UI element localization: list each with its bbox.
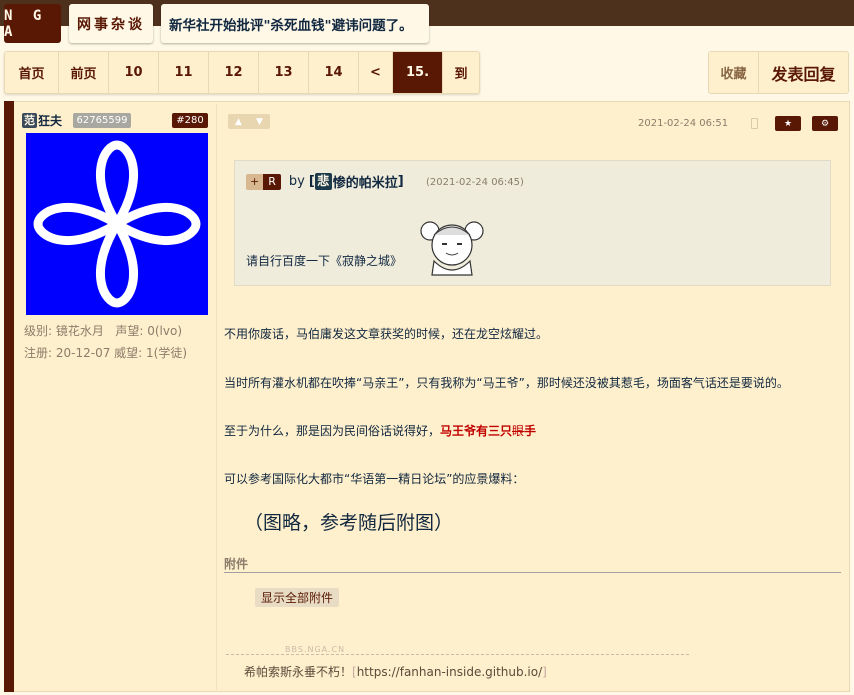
prestige-value: 1(学徒) bbox=[146, 346, 188, 360]
breadcrumb-forum[interactable]: 网事杂谈 bbox=[69, 4, 153, 43]
p3-text: 至于为什么，那是因为民间俗话说得好， bbox=[224, 424, 441, 438]
page-14[interactable]: 14 bbox=[309, 52, 359, 93]
page-first-button[interactable]: 首页 bbox=[5, 52, 59, 93]
signature-divider bbox=[226, 654, 689, 655]
page-10[interactable]: 10 bbox=[109, 52, 159, 93]
nga-logo[interactable]: N G A bbox=[4, 4, 61, 43]
user-stats: 级别: 镜花水月 声望: 0(lvo) 注册: 20-12-07 威望: 1(学… bbox=[24, 320, 214, 364]
post-paragraph-4: 可以参考国际化大都市“华语第一精日论坛”的应景爆料： bbox=[224, 472, 525, 486]
quote-user-open: [ bbox=[308, 174, 315, 189]
anime-sticker-image bbox=[416, 213, 488, 279]
quote-badge[interactable]: + R bbox=[246, 173, 281, 190]
post-paragraph-3: 至于为什么，那是因为民间俗话说得好，马王爷有三只眼手 bbox=[224, 422, 536, 439]
quote-badge-r: R bbox=[263, 173, 281, 190]
show-all-attachments-button[interactable]: 显示全部附件 bbox=[255, 588, 340, 607]
post-left-stripe bbox=[4, 101, 14, 692]
quote-user-mark: 悲 bbox=[314, 173, 332, 190]
clover-avatar-image bbox=[33, 140, 201, 308]
page-12[interactable]: 12 bbox=[209, 52, 259, 93]
level-value: 镜花水月 bbox=[55, 324, 104, 338]
fame-label: 声望: bbox=[115, 324, 144, 338]
prestige-label: 威望: bbox=[114, 346, 143, 360]
quote-user-close: ] bbox=[397, 174, 404, 189]
signature-text: 希帕索斯永垂不朽！ bbox=[244, 665, 353, 679]
phone-icon bbox=[751, 118, 758, 129]
page-current[interactable]: 15. bbox=[393, 52, 443, 93]
thread-actions: 收藏 发表回复 bbox=[708, 51, 849, 94]
p3-strike: 眼 bbox=[512, 424, 525, 438]
favorite-button[interactable]: 收藏 bbox=[709, 52, 759, 93]
rating-buttons: ▲ ▼ bbox=[228, 114, 270, 129]
quote-by: by bbox=[288, 174, 305, 189]
thumb-up-icon[interactable]: ▲ bbox=[235, 117, 242, 127]
post-big-text: （图略，参考随后附图） bbox=[244, 512, 454, 534]
post-paragraph-1: 不用你废话，马伯庸发这文章获奖的时候，还在龙空炫耀过。 bbox=[224, 327, 549, 341]
thumb-down-icon[interactable]: ▼ bbox=[256, 117, 263, 127]
attachments-heading: 附件 bbox=[224, 555, 841, 573]
reg-label: 注册: bbox=[24, 346, 53, 360]
username[interactable]: 范 狂夫 bbox=[22, 112, 62, 129]
gear-icon[interactable]: ⚙ bbox=[812, 116, 838, 131]
quote-text: 请自行百度一下《寂静之城》 bbox=[246, 254, 403, 268]
username-text[interactable]: 狂夫 bbox=[38, 112, 62, 129]
signature-bracket-close: ] bbox=[542, 665, 547, 679]
avatar bbox=[26, 133, 208, 315]
signature: 希帕索斯永垂不朽！[https://fanhan-inside.github.i… bbox=[244, 663, 547, 680]
watermark: BBS.NGA.CN bbox=[285, 645, 346, 654]
page-prev-button[interactable]: 前页 bbox=[59, 52, 109, 93]
page-11[interactable]: 11 bbox=[159, 52, 209, 93]
star-icon[interactable]: ★ bbox=[775, 116, 801, 131]
user-id-badge[interactable]: 62765599 bbox=[73, 113, 131, 128]
level-label: 级别: bbox=[24, 324, 53, 338]
post-date: 2021-02-24 06:51 bbox=[638, 118, 729, 129]
fame-value: 0(lvo) bbox=[147, 324, 182, 338]
quote-badge-plus: + bbox=[246, 173, 264, 190]
quote-date: (2021-02-24 06:45) bbox=[426, 177, 524, 188]
page-13[interactable]: 13 bbox=[259, 52, 309, 93]
pagination: 首页 前页 10 11 12 13 14 < 15. 到 bbox=[4, 51, 480, 94]
quote-user[interactable]: [ 悲 惨的帕米拉 ] bbox=[309, 172, 404, 191]
breadcrumb-thread-title[interactable]: 新华社开始批评"杀死血钱"避讳问题了。 bbox=[161, 4, 429, 43]
page-goto-button[interactable]: 到 bbox=[443, 52, 479, 93]
page-back-button[interactable]: < bbox=[359, 52, 393, 93]
signature-link[interactable]: https://fanhan-inside.github.io/ bbox=[357, 665, 542, 679]
reply-button[interactable]: 发表回复 bbox=[759, 52, 848, 93]
quote-header: + R by [ 悲 惨的帕米拉 ] bbox=[246, 172, 404, 191]
user-mark: 范 bbox=[22, 113, 37, 128]
p3-highlight: 马王爷有三只 bbox=[440, 424, 513, 438]
reg-value: 20-12-07 bbox=[55, 346, 111, 360]
quote-user-name[interactable]: 惨的帕米拉 bbox=[333, 172, 398, 191]
floor-badge[interactable]: #280 bbox=[172, 113, 208, 128]
post-paragraph-2: 当时所有灌水机都在吹捧“马亲王”，只有我称为“马王爷”，那时候还没被其惹毛，场面… bbox=[224, 376, 789, 390]
p3-post: 手 bbox=[524, 424, 537, 438]
